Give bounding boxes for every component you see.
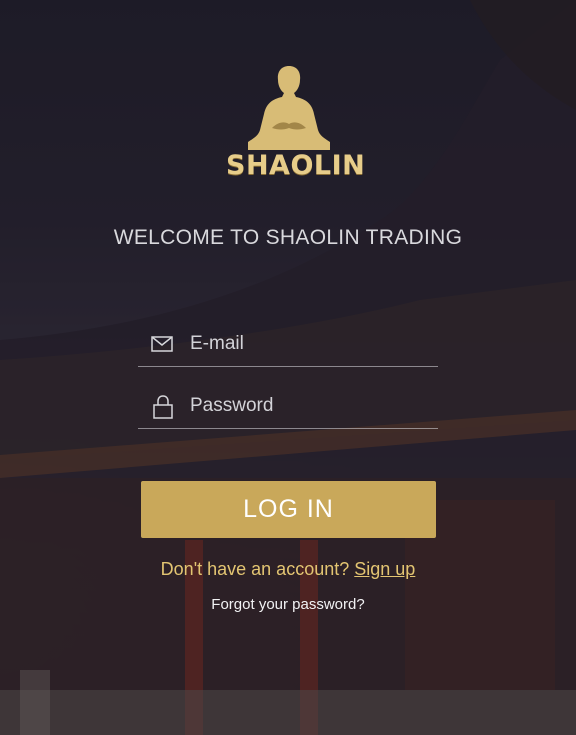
login-button[interactable]: LOG IN: [141, 481, 436, 538]
brand-name: SHAOLIN: [226, 150, 366, 181]
signup-prompt-line: Don't have an account? Sign up: [0, 559, 576, 580]
envelope-icon: [150, 332, 176, 358]
brand-logo: SHAOLIN: [226, 64, 366, 184]
password-field-wrapper: [138, 388, 438, 429]
lock-icon: [150, 394, 176, 420]
signup-prompt-text: Don't have an account?: [160, 559, 350, 579]
meditating-monk-icon: [248, 66, 330, 150]
signup-link[interactable]: Sign up: [354, 559, 415, 579]
password-input[interactable]: [188, 390, 432, 422]
forgot-password-link[interactable]: Forgot your password?: [0, 596, 576, 613]
email-input[interactable]: [188, 328, 432, 360]
email-field-wrapper: [138, 326, 438, 367]
welcome-heading: WELCOME TO SHAOLIN TRADING: [113, 226, 463, 249]
